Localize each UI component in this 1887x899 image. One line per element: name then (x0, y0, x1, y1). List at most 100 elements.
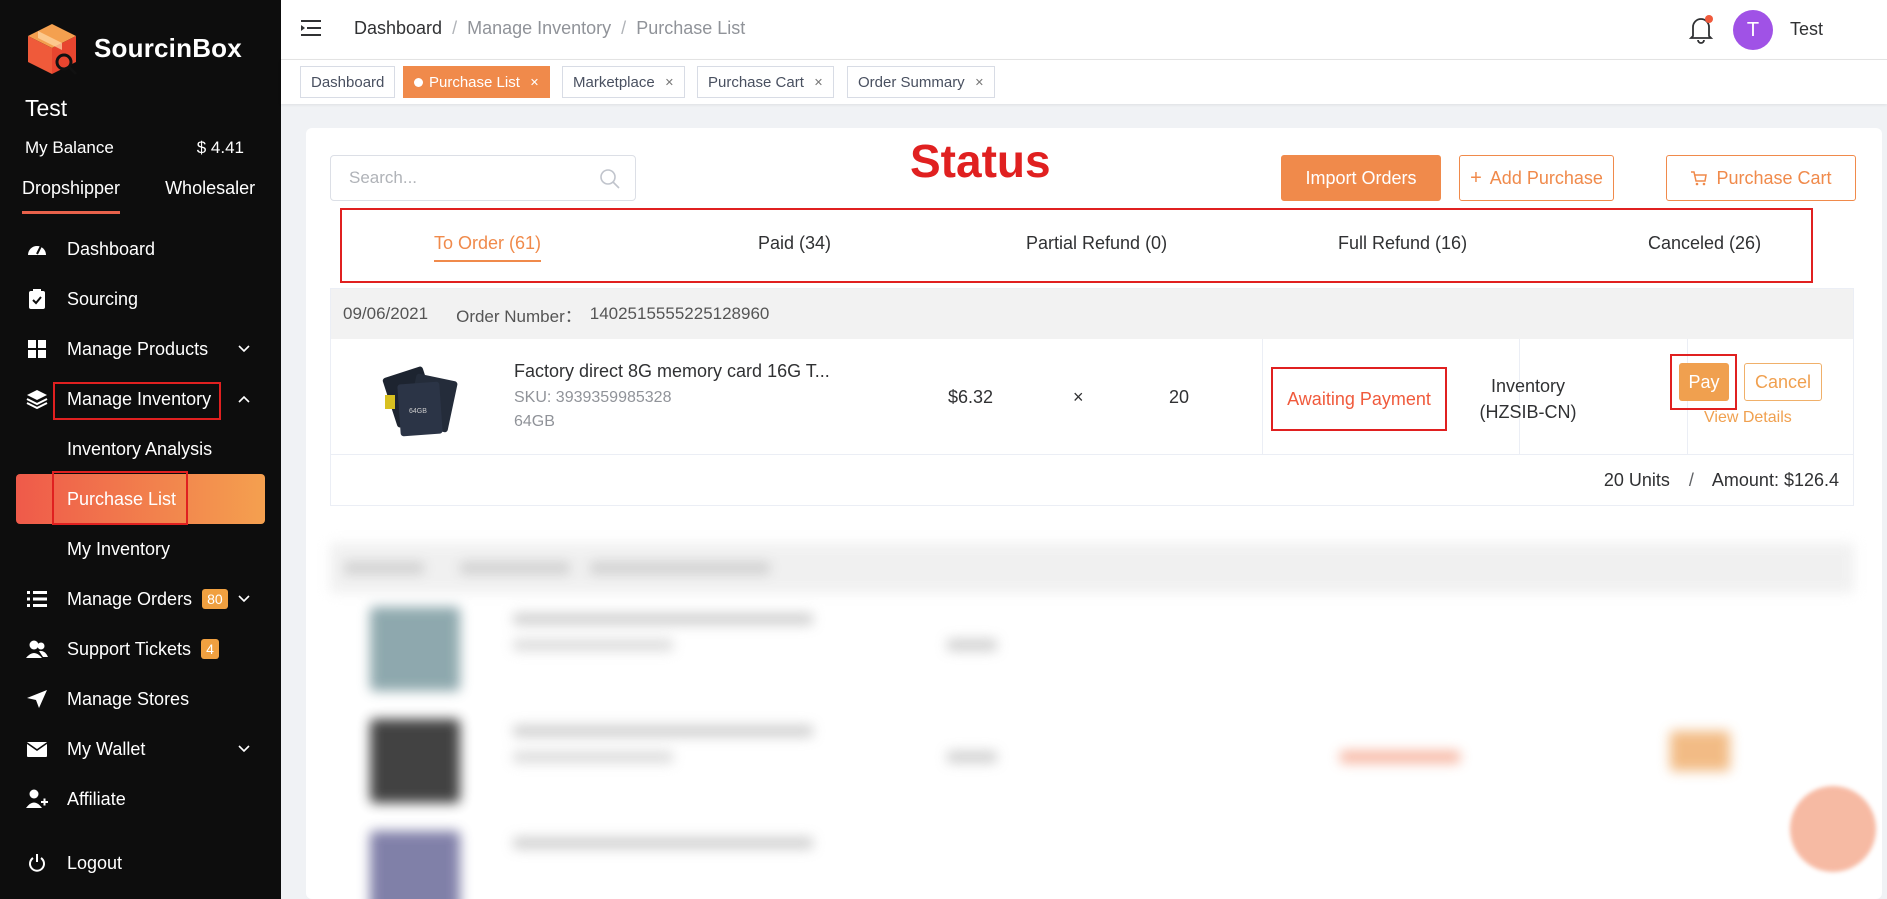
tag-label: Purchase List (429, 73, 520, 91)
blurred-text (513, 725, 813, 737)
product-image[interactable]: 64GB (371, 357, 471, 441)
topbar: Dashboard / Manage Inventory / Purchase … (281, 0, 1887, 60)
blurred-button (1670, 731, 1730, 771)
blurred-text (513, 639, 673, 651)
grid-icon (28, 340, 46, 358)
sidebar-item-sourcing[interactable]: Sourcing (0, 274, 281, 324)
blurred-order-header (330, 543, 1854, 593)
add-purchase-button[interactable]: + Add Purchase (1459, 155, 1614, 201)
warehouse: Inventory (HZSIB-CN) (1446, 373, 1610, 425)
breadcrumb-dashboard[interactable]: Dashboard (354, 18, 442, 39)
tag-label: Order Summary (858, 73, 965, 91)
topbar-user-name[interactable]: Test (1790, 19, 1823, 40)
multiply-sign: × (1073, 387, 1084, 407)
cancel-button[interactable]: Cancel (1744, 363, 1822, 401)
sidebar-item-label: Support Tickets (67, 638, 192, 659)
unit-price: $6.32 (948, 387, 994, 407)
view-details-link[interactable]: View Details (1704, 409, 1792, 427)
product-sku: SKU: 3939359985328 (514, 389, 672, 406)
blurred-text (513, 751, 673, 763)
order-number: 1402515555225128960 (589, 304, 770, 323)
search-icon[interactable] (599, 168, 621, 190)
sidebar-menu: Dashboard Sourcing Manage Products Manag… (0, 224, 281, 824)
blurred-order-row (330, 705, 1854, 817)
sidebar-item-dashboard[interactable]: Dashboard (0, 224, 281, 274)
pay-button[interactable]: Pay (1679, 363, 1729, 401)
sidebar-subitem-my-inventory[interactable]: My Inventory (0, 524, 281, 574)
button-label: Pay (1688, 371, 1720, 392)
tag-label: Dashboard (311, 73, 385, 91)
order-units: 20 Units (1603, 470, 1670, 490)
purchase-cart-button[interactable]: Purchase Cart (1666, 155, 1856, 201)
role-tab-wholesaler[interactable]: Wholesaler (165, 178, 255, 214)
blurred-image (370, 719, 460, 803)
blurred-text (947, 751, 997, 763)
svg-text:64GB: 64GB (409, 408, 427, 415)
tag-order-summary[interactable]: Order Summary ✕ (847, 66, 995, 98)
tag-dashboard[interactable]: Dashboard (300, 66, 396, 98)
plus-icon: + (1470, 166, 1482, 189)
list-icon (27, 591, 47, 607)
sidebar-item-my-wallet[interactable]: My Wallet (0, 724, 281, 774)
chevron-up-icon (238, 395, 250, 403)
balance-label: My Balance (25, 138, 114, 157)
blurred-image (370, 831, 460, 899)
button-label: Import Orders (1305, 167, 1417, 188)
tag-purchase-list[interactable]: Purchase List ✕ (403, 66, 551, 98)
chevron-down-icon (238, 745, 250, 753)
sidebar-item-manage-inventory[interactable]: Manage Inventory (0, 374, 281, 424)
order-number-label: Order Number： (456, 306, 582, 326)
sidebar-subitem-label: My Inventory (67, 538, 171, 559)
blurred-text (513, 613, 813, 625)
sidebar-item-affiliate[interactable]: Affiliate (0, 774, 281, 824)
order-status-label: Awaiting Payment (1287, 388, 1431, 409)
menu-toggle-icon[interactable] (301, 18, 323, 38)
blurred-text (1340, 751, 1460, 763)
close-icon[interactable]: ✕ (530, 76, 539, 89)
blurred-image (370, 607, 460, 691)
floating-action-button[interactable] (1790, 786, 1876, 872)
tag-purchase-cart[interactable]: Purchase Cart ✕ (697, 66, 835, 98)
order-status: Awaiting Payment (1271, 367, 1447, 431)
sidebar-item-manage-orders[interactable]: Manage Orders 80 (0, 574, 281, 624)
role-tabs: Dropshipper Wholesaler (22, 178, 255, 214)
order-item-row: 64GB Factory direct 8G memory card 16G T… (331, 339, 1853, 455)
quantity: 20 (1169, 387, 1190, 407)
tab-paid[interactable]: Paid (34) (758, 233, 831, 254)
blurred-order-row (330, 593, 1854, 705)
logo[interactable]: SourcinBox (24, 20, 242, 76)
search-input[interactable] (349, 156, 599, 200)
tags-bar: Dashboard Purchase List ✕ Marketplace ✕ … (281, 60, 1887, 104)
sidebar-item-label: Manage Stores (67, 688, 190, 709)
close-icon[interactable]: ✕ (975, 76, 984, 89)
role-tab-dropshipper[interactable]: Dropshipper (22, 178, 121, 214)
box-logo-icon (28, 24, 78, 76)
sidebar-item-label: Dashboard (67, 238, 156, 259)
sidebar-item-manage-products[interactable]: Manage Products (0, 324, 281, 374)
tickets-count-badge: 4 (201, 639, 219, 659)
avatar[interactable]: T (1733, 10, 1773, 50)
sidebar-item-label: My Wallet (67, 738, 146, 759)
import-orders-button[interactable]: Import Orders (1281, 155, 1441, 201)
sidebar-subitem-inventory-analysis[interactable]: Inventory Analysis (0, 424, 281, 474)
logout-button[interactable]: Logout (0, 838, 281, 888)
close-icon[interactable]: ✕ (665, 76, 674, 89)
status-annotation: Status (910, 135, 1051, 187)
user-plus-icon (26, 789, 48, 808)
close-icon[interactable]: ✕ (814, 76, 823, 89)
bell-icon[interactable] (1687, 14, 1715, 44)
tag-marketplace[interactable]: Marketplace ✕ (562, 66, 685, 98)
tab-full-refund[interactable]: Full Refund (16) (1338, 233, 1467, 254)
mail-icon (26, 742, 48, 757)
tab-canceled[interactable]: Canceled (26) (1648, 233, 1761, 254)
tab-partial-refund[interactable]: Partial Refund (0) (1026, 233, 1167, 254)
status-tabs: To Order (61) Paid (34) Partial Refund (… (340, 208, 1813, 283)
search-box (330, 155, 636, 201)
sidebar-subitem-purchase-list[interactable]: Purchase List (16, 471, 265, 525)
tab-to-order[interactable]: To Order (61) (434, 233, 542, 262)
product-title[interactable]: Factory direct 8G memory card 16G T... (514, 361, 830, 382)
blurred-order-row (330, 817, 1854, 899)
users-icon (26, 640, 48, 658)
sidebar-item-manage-stores[interactable]: Manage Stores (0, 674, 281, 724)
sidebar-item-support-tickets[interactable]: Support Tickets 4 (0, 624, 281, 674)
